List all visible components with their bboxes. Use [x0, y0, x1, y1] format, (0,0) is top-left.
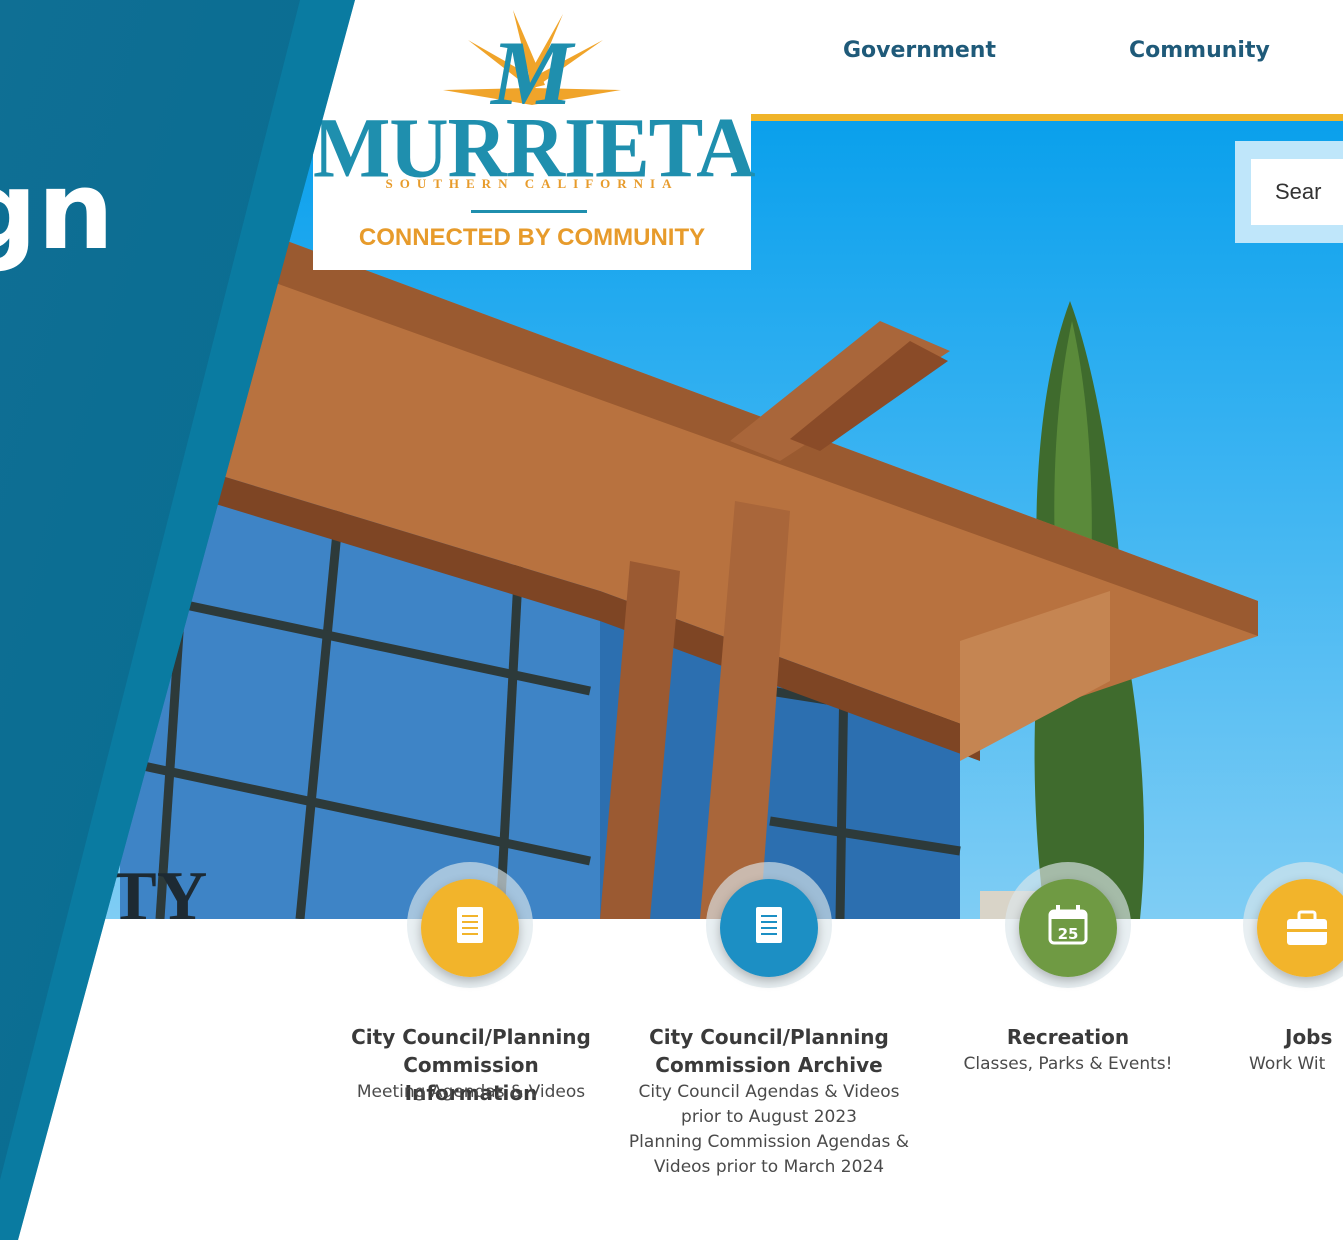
search-input[interactable]: Sear — [1251, 159, 1343, 225]
quick-link-desc-line: Meeting Agendas & Videos — [356, 1082, 586, 1102]
document-icon — [756, 907, 782, 943]
svg-text:TY: TY — [110, 858, 207, 919]
briefcase-icon — [1287, 910, 1327, 945]
quick-link-description: City Council Agendas & Videos prior to A… — [624, 1080, 914, 1180]
document-icon — [457, 907, 483, 943]
nav-government[interactable]: Government — [843, 38, 996, 63]
quick-link-description: Classes, Parks & Events! — [923, 1052, 1213, 1077]
quick-link-title[interactable]: Recreation — [933, 1023, 1203, 1051]
nav-community[interactable]: Community — [1129, 38, 1270, 63]
logo-tagline: CONNECTED BY COMMUNITY — [358, 224, 706, 251]
search-box: Sear — [1235, 141, 1343, 243]
city-website: Government Community TY M MURRIETA SOUTH… — [0, 0, 1343, 1240]
quick-link-title-line: City Council/Planning — [649, 1025, 889, 1049]
quick-link-jobs-button[interactable] — [1257, 879, 1343, 977]
quick-link-desc-line: prior to August 2023 — [681, 1107, 857, 1127]
logo-subtitle: SOUTHERN CALIFORNIA — [385, 176, 679, 191]
quick-link-description: Work Wit — [1249, 1054, 1326, 1074]
quick-link-title[interactable]: City Council/Planning Commission Archive — [634, 1023, 904, 1079]
quick-link-title-line: Commission Archive — [655, 1053, 883, 1077]
quick-link-title[interactable]: Jobs — [1285, 1023, 1332, 1051]
quick-link-title-line: City Council/Planning — [351, 1025, 591, 1049]
quick-link-council-info-button[interactable] — [421, 879, 519, 977]
calendar-icon: 25 — [1048, 905, 1088, 945]
quick-link-council-archive-button[interactable] — [720, 879, 818, 977]
quick-link-description: Meeting Agendas & Videos — [326, 1080, 616, 1105]
quick-link-desc-line: Classes, Parks & Events! — [963, 1054, 1173, 1074]
quick-link-desc-line: Planning Commission Agendas & — [628, 1132, 910, 1152]
logo-divider — [471, 210, 587, 213]
city-logo[interactable]: M MURRIETA SOUTHERN CALIFORNIA CONNECTED… — [313, 0, 755, 270]
quick-link-desc-line: City Council Agendas & Videos — [638, 1082, 900, 1102]
calendar-day: 25 — [1058, 925, 1079, 943]
quick-link-recreation-button[interactable]: 25 — [1019, 879, 1117, 977]
quick-link-title-line: Recreation — [1006, 1025, 1130, 1049]
header-divider — [751, 114, 1343, 121]
quick-link-desc-line: Videos prior to March 2024 — [653, 1157, 885, 1177]
